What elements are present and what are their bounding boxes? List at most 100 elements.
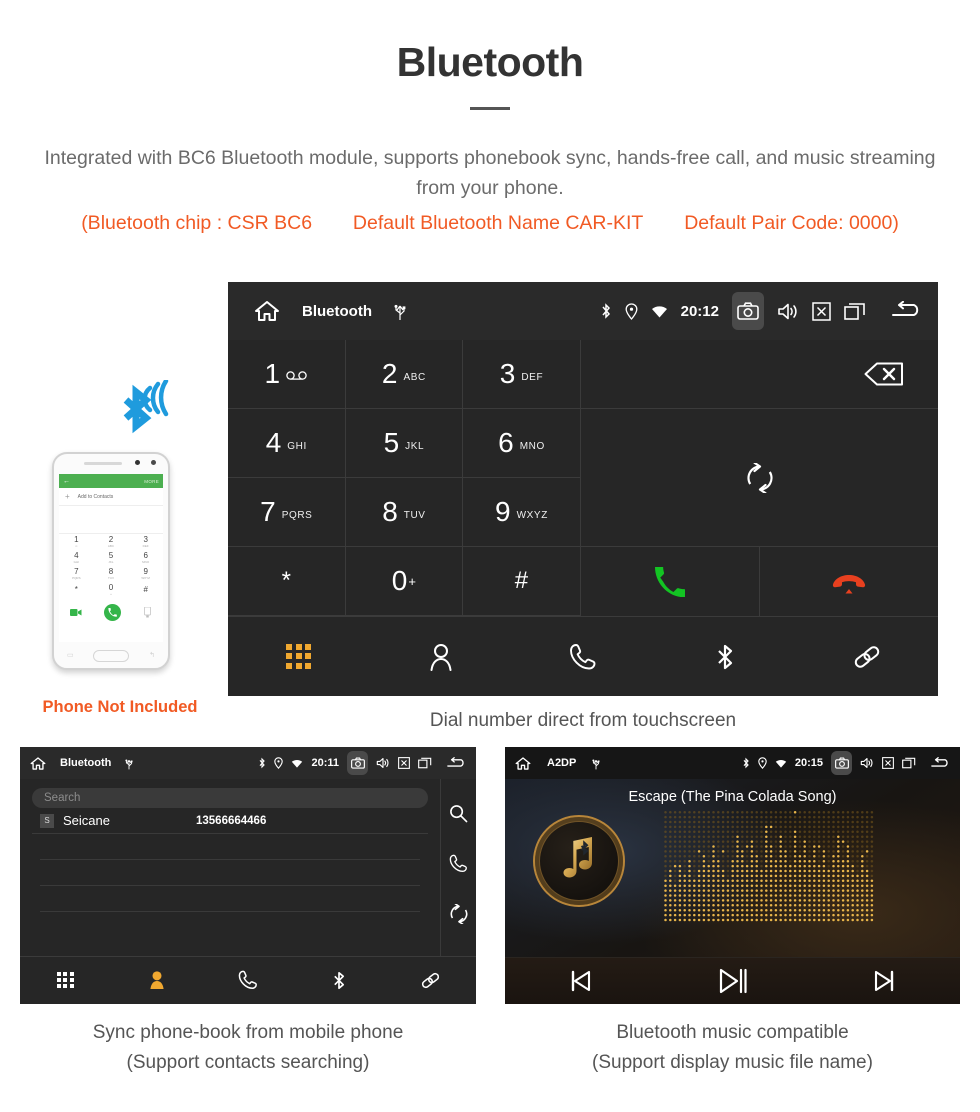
usb-icon: [592, 757, 600, 770]
sidebar-item-contacts[interactable]: [370, 643, 512, 671]
skip-previous-icon: [571, 970, 590, 992]
camera-icon[interactable]: [732, 292, 764, 330]
call-button[interactable]: [581, 547, 760, 616]
dial-key-1[interactable]: 1: [228, 340, 346, 409]
volume-icon[interactable]: [376, 757, 390, 769]
back-arrow-icon[interactable]: [446, 756, 466, 770]
contacts-caption-line1: Sync phone-book from mobile phone: [92, 1022, 404, 1043]
play-pause-button[interactable]: [657, 967, 809, 995]
phone-handset-icon[interactable]: [449, 854, 468, 878]
dial-key-0[interactable]: 0 +: [345, 547, 464, 616]
phone-key: 2 ABC: [107, 535, 115, 549]
contacts-caption-line2: (Support contacts searching): [126, 1052, 370, 1073]
location-icon: [274, 757, 284, 769]
keypad-icon: [286, 643, 312, 670]
location-icon: [758, 757, 767, 769]
usb-icon: [394, 301, 406, 321]
music-controls: [505, 957, 960, 1004]
spec-pair-code: Default Pair Code: 0000): [684, 212, 899, 235]
bluetooth-wave-icon: [123, 380, 169, 434]
contacts-list: Search S Seicane 13566664466: [20, 779, 440, 956]
phone-action-row: [59, 598, 163, 626]
link-icon: [421, 972, 440, 988]
music-stage: Escape (The Pina Colada Song): [505, 779, 960, 957]
intro-text: Integrated with BC6 Bluetooth module, su…: [44, 147, 936, 200]
close-box-icon[interactable]: [882, 757, 894, 769]
dial-key-4[interactable]: 4 GHI: [228, 409, 346, 478]
sidebar-item-keypad[interactable]: [20, 971, 111, 989]
dial-key-8[interactable]: 8 TUV: [345, 478, 464, 547]
page-root: Bluetooth Integrated with BC6 Bluetooth …: [0, 0, 980, 1112]
contact-empty-row: [40, 860, 420, 886]
sidebar-item-bluetooth[interactable]: [294, 970, 385, 991]
sync-icon: [746, 462, 773, 493]
sidebar-item-call-log[interactable]: [202, 970, 293, 990]
sync-button[interactable]: [581, 409, 938, 547]
dial-key-6[interactable]: 6 MNO: [463, 409, 581, 478]
dialer-title: Bluetooth: [302, 302, 372, 320]
phone-sensor: [135, 460, 140, 465]
phone-number-area: [59, 506, 163, 534]
plus-icon: +: [65, 492, 70, 501]
camera-icon[interactable]: [831, 751, 852, 775]
phone-key: #: [143, 585, 148, 594]
camera-icon[interactable]: [347, 751, 368, 775]
phone-more-label: MORE: [144, 478, 159, 484]
dial-key-9[interactable]: 9 WXYZ: [463, 478, 581, 547]
back-arrow-icon[interactable]: [930, 756, 950, 770]
spec-line: (Bluetooth chip : CSR BC6 Default Blueto…: [0, 212, 980, 235]
dial-key-star[interactable]: *: [228, 547, 346, 616]
hangup-icon: [832, 574, 866, 593]
sidebar-item-call-log[interactable]: [512, 643, 654, 671]
play-pause-icon: [719, 968, 747, 994]
close-box-icon[interactable]: [812, 301, 831, 321]
dialer-body: 1 2 ABC 3 DEF 4 GHI 5 JKL 6 MNO 7 PQRS 8 TUV 9W…: [228, 340, 938, 616]
close-box-icon[interactable]: [398, 757, 410, 769]
sidebar-item-contacts[interactable]: [111, 970, 202, 990]
recents-icon[interactable]: [844, 302, 866, 321]
hangup-button[interactable]: [760, 547, 938, 616]
bluetooth-icon: [334, 971, 345, 989]
search-icon[interactable]: [449, 804, 468, 828]
phone-handset-icon: [238, 970, 257, 989]
home-icon[interactable]: [254, 299, 280, 323]
bluetooth-icon: [718, 644, 733, 669]
dial-key-hash[interactable]: #: [463, 547, 581, 616]
phone-back-icon: ←: [63, 477, 70, 485]
phone-key: 5 JKL: [108, 551, 114, 565]
search-input[interactable]: Search: [32, 788, 428, 808]
sidebar-item-keypad[interactable]: [228, 643, 370, 670]
recents-icon[interactable]: [902, 757, 916, 769]
dial-key-7[interactable]: 7 PQRS: [228, 478, 346, 547]
contact-name: Seicane: [63, 813, 110, 828]
volume-icon[interactable]: [860, 757, 874, 769]
phone-call-button: [104, 603, 121, 621]
phone-key: 6 MNO: [142, 551, 150, 565]
dial-key-3[interactable]: 3 DEF: [463, 340, 581, 409]
recents-icon[interactable]: [418, 757, 432, 769]
dialer-clock: 20:12: [680, 302, 719, 320]
backspace-button[interactable]: [581, 340, 938, 409]
contacts-title: Bluetooth: [60, 757, 112, 769]
sync-icon[interactable]: [449, 903, 469, 929]
spec-chip: (Bluetooth chip : CSR BC6: [81, 212, 313, 235]
title-divider: [470, 107, 510, 111]
previous-button[interactable]: [505, 969, 657, 993]
home-icon[interactable]: [515, 756, 531, 771]
sidebar-item-bluetooth[interactable]: [654, 642, 796, 672]
contacts-side-actions: [440, 779, 476, 956]
sidebar-item-pair-link[interactable]: [385, 970, 476, 991]
contacts-body: Search S Seicane 13566664466: [20, 779, 476, 956]
contact-empty-row: [40, 834, 420, 860]
next-button[interactable]: [808, 969, 960, 993]
location-icon: [625, 302, 638, 320]
dial-key-2[interactable]: 2 ABC: [345, 340, 464, 409]
table-row[interactable]: S Seicane 13566664466: [32, 808, 428, 834]
sidebar-item-pair-link[interactable]: [796, 642, 938, 672]
dial-keypad: 1 2 ABC 3 DEF 4 GHI 5 JKL 6 MNO 7 PQRS 8 TUV 9W…: [228, 340, 581, 616]
voicemail-icon: [286, 365, 308, 383]
back-arrow-icon[interactable]: [890, 301, 922, 321]
volume-icon[interactable]: [777, 302, 799, 321]
dial-key-5[interactable]: 5 JKL: [345, 409, 464, 478]
home-icon[interactable]: [30, 756, 46, 771]
